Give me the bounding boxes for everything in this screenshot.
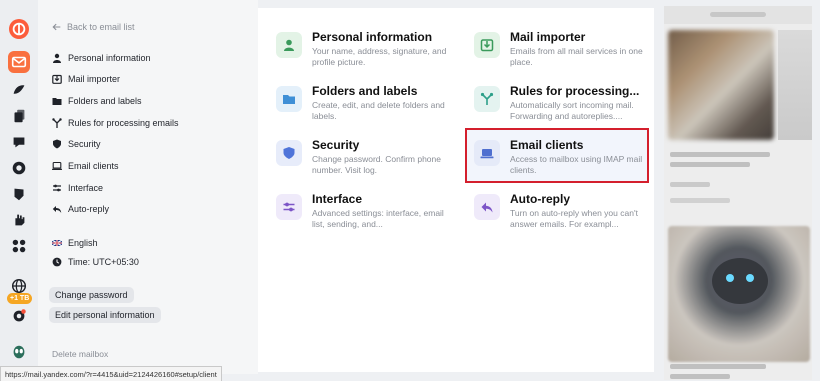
card-title: Security xyxy=(312,138,360,152)
menu-item-interface[interactable]: Interface xyxy=(52,181,103,195)
shield-icon[interactable] xyxy=(9,184,29,204)
storage-badge: +1 TB xyxy=(7,293,33,304)
card-personal-information[interactable]: Personal information Your name, address,… xyxy=(276,30,452,82)
clock-icon xyxy=(52,257,62,267)
reply-icon xyxy=(52,204,62,214)
menu-item-mail-importer[interactable]: Mail importer xyxy=(52,72,120,86)
menu-item-label: Rules for processing emails xyxy=(68,118,179,128)
laptop-icon xyxy=(52,161,62,171)
shield-icon xyxy=(276,140,302,166)
menu-item-folders-and-labels[interactable]: Folders and labels xyxy=(52,94,142,108)
menu-item-label: Interface xyxy=(68,183,104,193)
card-title: Auto-reply xyxy=(510,192,570,206)
rules-icon xyxy=(474,86,500,112)
card-interface[interactable]: Interface Advanced settings: interface, … xyxy=(276,192,452,244)
card-description: Access to mailbox using IMAP mail client… xyxy=(510,154,643,175)
edit-personal-info-button[interactable]: Edit personal information xyxy=(49,307,161,323)
card-title: Personal information xyxy=(312,30,433,44)
card-description: Automatically sort incoming mail. Forwar… xyxy=(510,100,634,121)
hand-icon[interactable] xyxy=(9,210,29,230)
card-title: Email clients xyxy=(510,138,584,152)
card-title: Rules for processing... xyxy=(510,84,640,98)
sliders-icon xyxy=(52,183,62,193)
apps-icon[interactable] xyxy=(9,236,29,256)
menu-item-rules[interactable]: Rules for processing emails xyxy=(52,116,179,130)
back-to-email-list-link[interactable]: Back to email list xyxy=(52,22,135,32)
card-description: Emails from all mail services in one pla… xyxy=(510,46,643,67)
card-folders-and-labels[interactable]: Folders and labels Create, edit, and del… xyxy=(276,84,452,136)
language-selector[interactable]: English xyxy=(52,236,98,250)
import-icon xyxy=(52,74,62,84)
card-description: Create, edit, and delete folders and lab… xyxy=(312,100,445,121)
timezone-selector[interactable]: Time: UTC+05:30 xyxy=(52,255,139,269)
person-icon xyxy=(276,32,302,58)
card-description: Advanced settings: interface, email list… xyxy=(312,208,444,229)
menu-item-security[interactable]: Security xyxy=(52,137,101,151)
timezone-label: Time: UTC+05:30 xyxy=(68,257,139,267)
change-password-button[interactable]: Change password xyxy=(49,287,134,303)
card-title: Interface xyxy=(312,192,363,206)
chat-icon[interactable] xyxy=(9,158,29,178)
folder-icon xyxy=(276,86,302,112)
person-icon xyxy=(52,53,62,63)
settings-menu: Back to email list Personal information … xyxy=(38,0,258,374)
menu-item-label: Security xyxy=(68,139,101,149)
import-icon xyxy=(474,32,500,58)
uk-flag-icon xyxy=(52,238,62,248)
rules-icon xyxy=(52,118,62,128)
card-auto-reply[interactable]: Auto-reply Turn on auto-reply when you c… xyxy=(474,192,650,244)
shield-icon xyxy=(52,139,62,149)
menu-item-label: Mail importer xyxy=(68,74,121,84)
laptop-icon xyxy=(474,140,500,166)
app-rail: +1 TB xyxy=(0,0,38,380)
sliders-icon xyxy=(276,194,302,220)
card-mail-importer[interactable]: Mail importer Emails from all mail servi… xyxy=(474,30,650,82)
menu-item-label: Personal information xyxy=(68,53,151,63)
yandex-logo-icon[interactable] xyxy=(9,19,29,39)
card-security[interactable]: Security Change password. Confirm phone … xyxy=(276,138,452,190)
settings-icon[interactable] xyxy=(9,306,29,326)
menu-item-label: Email clients xyxy=(68,161,119,171)
language-label: English xyxy=(68,238,98,248)
card-description: Turn on auto-reply when you can't answer… xyxy=(510,208,638,229)
card-description: Your name, address, signature, and profi… xyxy=(312,46,447,67)
messenger-icon[interactable] xyxy=(9,132,29,152)
back-label: Back to email list xyxy=(67,22,135,32)
alien-icon[interactable] xyxy=(9,342,29,362)
reply-icon xyxy=(474,194,500,220)
folder-icon xyxy=(52,96,62,106)
menu-item-label: Folders and labels xyxy=(68,96,142,106)
menu-item-email-clients[interactable]: Email clients xyxy=(52,159,119,173)
card-title: Folders and labels xyxy=(312,84,418,98)
menu-item-personal-information[interactable]: Personal information xyxy=(52,51,151,65)
disk-icon[interactable] xyxy=(9,80,29,100)
card-email-clients[interactable]: Email clients Access to mailbox using IM… xyxy=(474,138,650,190)
card-description: Change password. Confirm phone number. V… xyxy=(312,154,441,175)
card-rules-for-processing[interactable]: Rules for processing... Automatically so… xyxy=(474,84,650,136)
delete-mailbox-link[interactable]: Delete mailbox xyxy=(52,349,108,359)
mail-icon[interactable] xyxy=(8,51,30,73)
advertisement-panel xyxy=(664,6,812,380)
menu-item-auto-reply[interactable]: Auto-reply xyxy=(52,202,109,216)
card-title: Mail importer xyxy=(510,30,586,44)
documents-icon[interactable] xyxy=(9,106,29,126)
menu-item-label: Auto-reply xyxy=(68,204,110,214)
arrow-left-icon xyxy=(52,23,61,31)
url-status-bar: https://mail.yandex.com/?r=4415&uid=2124… xyxy=(0,366,222,381)
